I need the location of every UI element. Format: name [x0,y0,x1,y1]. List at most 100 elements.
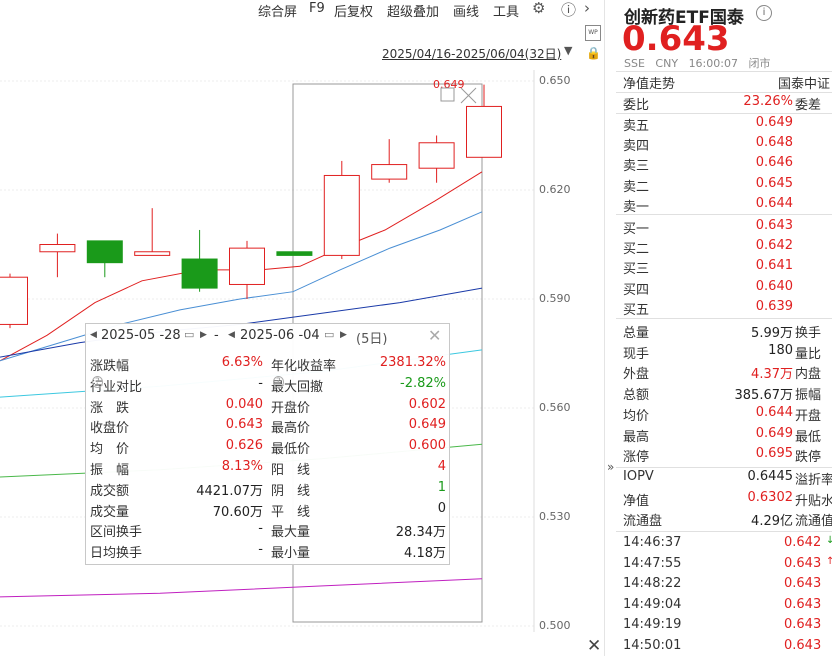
level-label: 卖一 [623,199,650,215]
panel-divider[interactable] [604,0,605,656]
quote-time: 16:00:07 [688,57,738,70]
bid-level[interactable]: 买五 0.639 [606,299,832,319]
stat-value: 0.040 [225,396,263,412]
candle-up [39,244,76,253]
stat-row: 总额 385.67万 振幅 [623,388,822,404]
end-date-field[interactable]: 2025-06 -04 [240,328,320,343]
candle-up [371,164,408,180]
y-tick-label: 0.500 [539,619,571,632]
range-days: (5日) [356,332,388,347]
tick-price: 0.643 [784,596,822,612]
tick-time: 14:49:04 [623,596,682,612]
level-price: 0.648 [755,135,793,151]
tick-row: 14:46:37 0.642 ↓ [606,535,832,555]
level-price: 0.641 [755,258,793,274]
calendar-icon[interactable]: ▭ [324,328,334,341]
nav-trend-label: 净值走势 [623,77,676,92]
tick-price: 0.643 [784,555,822,571]
y-tick-label: 0.590 [539,292,571,305]
level-label: 买四 [623,282,650,298]
y-tick-label: 0.530 [539,510,571,523]
caret-right-icon[interactable]: ▶ [200,330,207,340]
level-price: 0.645 [755,175,793,191]
nav-row[interactable]: 净值走势 国泰中证 [606,73,832,93]
stat-row: 总量 5.99万 换手 [623,326,822,341]
tick-price: 0.643 [784,576,822,591]
stats-row: 成交额 4421.07万阴 线1 [90,479,446,499]
stats-row: 成交量 70.60万平 线0 [90,500,446,520]
stat-value: 0.602 [408,396,446,412]
tick-time: 14:50:01 [623,637,682,653]
stat-value: 70.60万 [212,504,263,520]
stat-value: 4421.07万 [196,483,263,499]
bid-level[interactable]: 买二 0.642 [606,238,832,258]
level-label: 卖三 [623,159,650,175]
level-price: 0.639 [755,298,793,314]
stat-row: 现手 180 量比 [623,342,822,362]
arrow-up-icon: ↑ [826,555,832,567]
ask-level[interactable]: 卖三 0.646 [606,155,832,175]
tick-row: 14:49:04 0.643 [606,597,832,617]
level-label: 卖四 [623,139,650,155]
arrow-down-icon: ↓ [826,535,832,546]
level-label: 买一 [623,222,650,237]
tick-time: 14:46:37 [623,535,682,550]
stat-value: - [258,375,263,391]
tick-row: 14:48:22 0.643 [606,576,832,596]
ask-level[interactable]: 卖一 0.644 [606,196,832,216]
caret-left-icon[interactable]: ◀ [228,330,235,340]
stat-value: 0.600 [408,438,446,454]
weibi-row: 委比 23.26% 委差 [623,94,822,113]
stat-value: 0.649 [408,417,446,433]
currency: CNY [655,57,679,70]
ask-level[interactable]: 卖二 0.645 [606,176,832,196]
quote-meta: SSE CNY 16:00:07 闭市 [624,55,777,71]
start-date-field[interactable]: 2025-05 -28 [101,328,181,343]
help-icon[interactable]: ? [92,375,103,388]
level-price: 0.643 [755,218,793,233]
exchange: SSE [624,57,645,70]
range-stats-popup: ◀ 2025-05 -28 ▭ ▶ - ◀ 2025-06 -04 ▭ ▶ (5… [85,323,450,565]
stat-value: 0 [437,500,446,516]
stat-value: 1 [437,479,446,495]
candle-up [0,276,28,325]
calendar-icon[interactable]: ▭ [184,328,194,341]
bid-level[interactable]: 买三 0.641 [606,258,832,278]
y-tick-label: 0.560 [539,401,571,414]
close-icon[interactable]: ✕ [428,326,441,345]
fund-stat-row: 流通盘 4.29亿 流通值 [623,514,832,529]
stats-row: 区间换手 - 最大量 28.34万 [90,521,446,541]
stat-row: 均价 0.644 开盘 [623,404,822,424]
stat-value: 0.626 [225,438,263,454]
ask-level[interactable]: 卖五 0.649 [606,115,832,135]
stats-row: 行业对比? - 最大回撤? -2.82% [90,375,446,395]
stat-row: 涨停 0.695 跌停 [623,446,822,466]
candle-down [86,240,123,264]
level-price: 0.646 [755,155,793,171]
caret-left-icon[interactable]: ◀ [90,330,97,340]
stats-row: 日均换手 - 最小量 4.18万 [90,542,446,562]
stats-row: 均 价 0.626 最低价 0.600 [90,438,446,458]
close-icon[interactable]: ✕ [587,636,601,656]
nav-source[interactable]: 国泰中证 [778,73,830,92]
stat-value: 4.18万 [404,546,446,562]
stats-row: 涨跌幅 6.63% 年化收益率 2381.32% [90,355,446,374]
ask-level[interactable]: 卖四 0.648 [606,135,832,155]
stat-row: 最高 0.649 最低 [623,425,822,445]
tick-price: 0.643 [784,637,822,653]
max-price-label: 0.649 [433,78,465,91]
stat-value: -2.82% [400,375,446,391]
candle-up [418,142,455,169]
info-icon[interactable]: i [756,5,772,21]
date-separator: - [214,328,219,343]
level-label: 买五 [623,302,650,318]
bid-level[interactable]: 买四 0.640 [606,279,832,299]
level-label: 卖五 [623,119,650,134]
y-tick-label: 0.620 [539,183,571,196]
candle-up [134,251,171,256]
caret-right-icon[interactable]: ▶ [340,330,347,340]
help-icon[interactable]: ? [273,375,284,388]
tick-time: 14:47:55 [623,555,682,571]
bid-level[interactable]: 买一 0.643 [606,218,832,238]
tick-time: 14:49:19 [623,617,682,632]
